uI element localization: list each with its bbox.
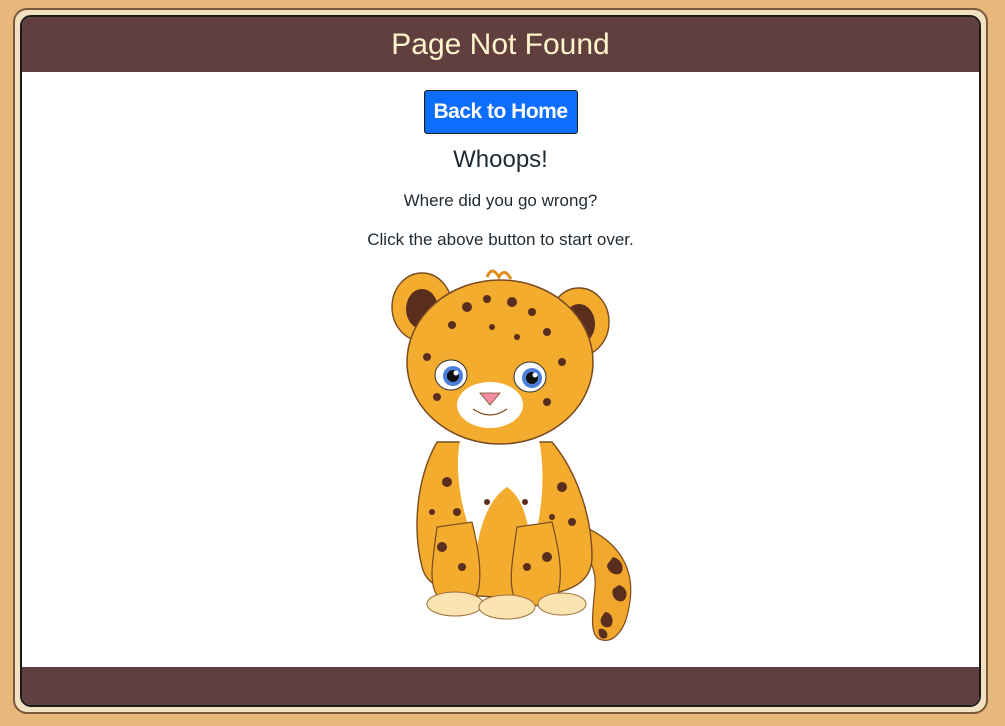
whoops-heading: Whoops! xyxy=(453,146,548,173)
back-to-home-button[interactable]: Back to Home xyxy=(423,90,578,134)
page-frame: Page Not Found Back to Home Whoops! Wher… xyxy=(13,8,988,714)
card: Page Not Found Back to Home Whoops! Wher… xyxy=(20,15,981,707)
message-where-wrong: Where did you go wrong? xyxy=(403,191,598,210)
main-content: Back to Home Whoops! Where did you go wr… xyxy=(22,72,979,667)
message-start-over: Click the above button to start over. xyxy=(367,230,634,249)
footer-bar xyxy=(22,667,979,705)
header-bar: Page Not Found xyxy=(22,17,979,72)
page-title: Page Not Found xyxy=(391,27,610,61)
leopard-cub-image xyxy=(391,269,632,641)
